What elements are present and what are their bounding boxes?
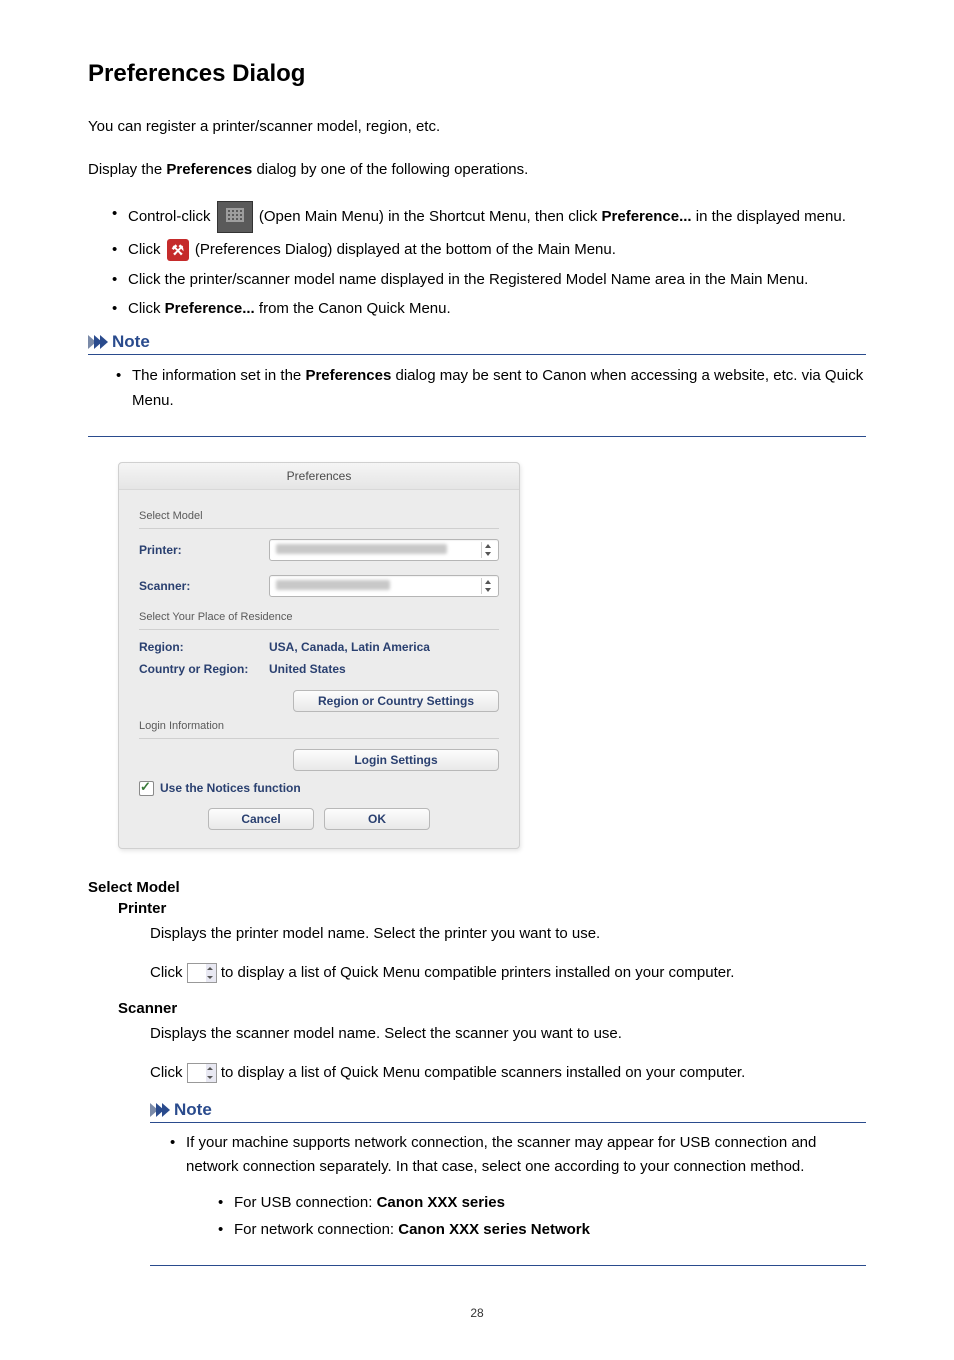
sub-bullet-item: For USB connection: Canon XXX series [216,1189,866,1216]
divider [139,629,499,630]
top-bullet-list: Control-click (Open Main Menu) in the Sh… [88,201,866,322]
text: For network connection: [234,1221,398,1238]
display-paragraph: Display the Preferences dialog by one of… [88,159,866,182]
text: dialog by one of the following operation… [252,161,528,178]
cancel-button[interactable]: Cancel [208,808,314,830]
scanner-heading: Scanner [118,1000,866,1017]
residence-section-label: Select Your Place of Residence [139,611,499,623]
scanner-description: Displays the scanner model name. Select … [150,1021,866,1047]
notices-checkbox[interactable] [139,781,154,796]
scanner-label: Scanner: [139,579,269,593]
text: Click [128,300,165,317]
note-title: Note [174,1100,212,1120]
text: The information set in the [132,367,305,384]
open-main-menu-icon [217,201,253,233]
country-value: United States [269,662,346,676]
preferences-word: Preferences [166,161,252,178]
divider [139,528,499,529]
printer-click-line: Click to display a list of Quick Menu co… [150,960,866,986]
note-item: The information set in the Preferences d… [88,363,866,414]
text: For USB connection: [234,1194,377,1211]
text: (Open Main Menu) in the Shortcut Menu, t… [259,208,602,225]
note-block: Note If your machine supports network co… [150,1100,866,1266]
series-name: Canon XXX series [377,1194,505,1211]
preferences-dialog-icon [167,239,189,261]
text: Display the [88,161,166,178]
sub-bullet-item: For network connection: Canon XXX series… [216,1216,866,1243]
text: (Preferences Dialog) displayed at the bo… [195,241,616,258]
dropdown-button-icon [187,963,217,983]
login-settings-button[interactable]: Login Settings [293,749,499,771]
select-model-section-label: Select Model [139,510,499,522]
scanner-click-line: Click to display a list of Quick Menu co… [150,1060,866,1086]
page-title: Preferences Dialog [88,60,866,88]
dropdown-button-icon [187,1063,217,1083]
dropdown-arrows-icon [481,542,494,558]
preferences-word: Preferences [305,367,391,384]
text: If your machine supports network connect… [186,1134,816,1175]
printer-label: Printer: [139,543,269,557]
bullet-item: Click Preference... from the Canon Quick… [88,296,866,322]
scanner-select[interactable] [269,575,499,597]
printer-select[interactable] [269,539,499,561]
bullet-item: Control-click (Open Main Menu) in the Sh… [88,201,866,233]
note-chevron-icon [88,335,106,349]
dropdown-arrows-icon [481,578,494,594]
text: to display a list of Quick Menu compatib… [217,964,735,981]
login-section-label: Login Information [139,720,499,732]
region-value: USA, Canada, Latin America [269,640,430,654]
preference-word: Preference... [165,300,255,317]
preference-word: Preference... [602,208,692,225]
note-chevron-icon [150,1103,168,1117]
region-settings-button[interactable]: Region or Country Settings [293,690,499,712]
preferences-dialog-screenshot: Preferences Select Model Printer: Scanne… [118,462,520,849]
bullet-item: Click the printer/scanner model name dis… [88,267,866,293]
text: in the displayed menu. [692,208,846,225]
text: Click [150,964,187,981]
intro-paragraph: You can register a printer/scanner model… [88,116,866,139]
series-name: Canon XXX series Network [398,1221,590,1238]
page-number: 28 [88,1306,866,1320]
note-item: If your machine supports network connect… [150,1131,866,1243]
country-label: Country or Region: [139,662,269,676]
divider [139,738,499,739]
bullet-item: Click (Preferences Dialog) displayed at … [88,237,866,263]
text: Control-click [128,208,215,225]
text: from the Canon Quick Menu. [255,300,451,317]
text: Click [128,241,165,258]
ok-button[interactable]: OK [324,808,430,830]
notices-label: Use the Notices function [160,781,301,795]
text: Click [150,1064,187,1081]
note-title: Note [112,332,150,352]
dialog-titlebar: Preferences [119,463,519,490]
note-block: Note The information set in the Preferen… [88,332,866,437]
region-label: Region: [139,640,269,654]
printer-description: Displays the printer model name. Select … [150,921,866,947]
select-model-heading: Select Model [88,879,866,896]
printer-heading: Printer [118,900,866,917]
text: to display a list of Quick Menu compatib… [217,1064,746,1081]
